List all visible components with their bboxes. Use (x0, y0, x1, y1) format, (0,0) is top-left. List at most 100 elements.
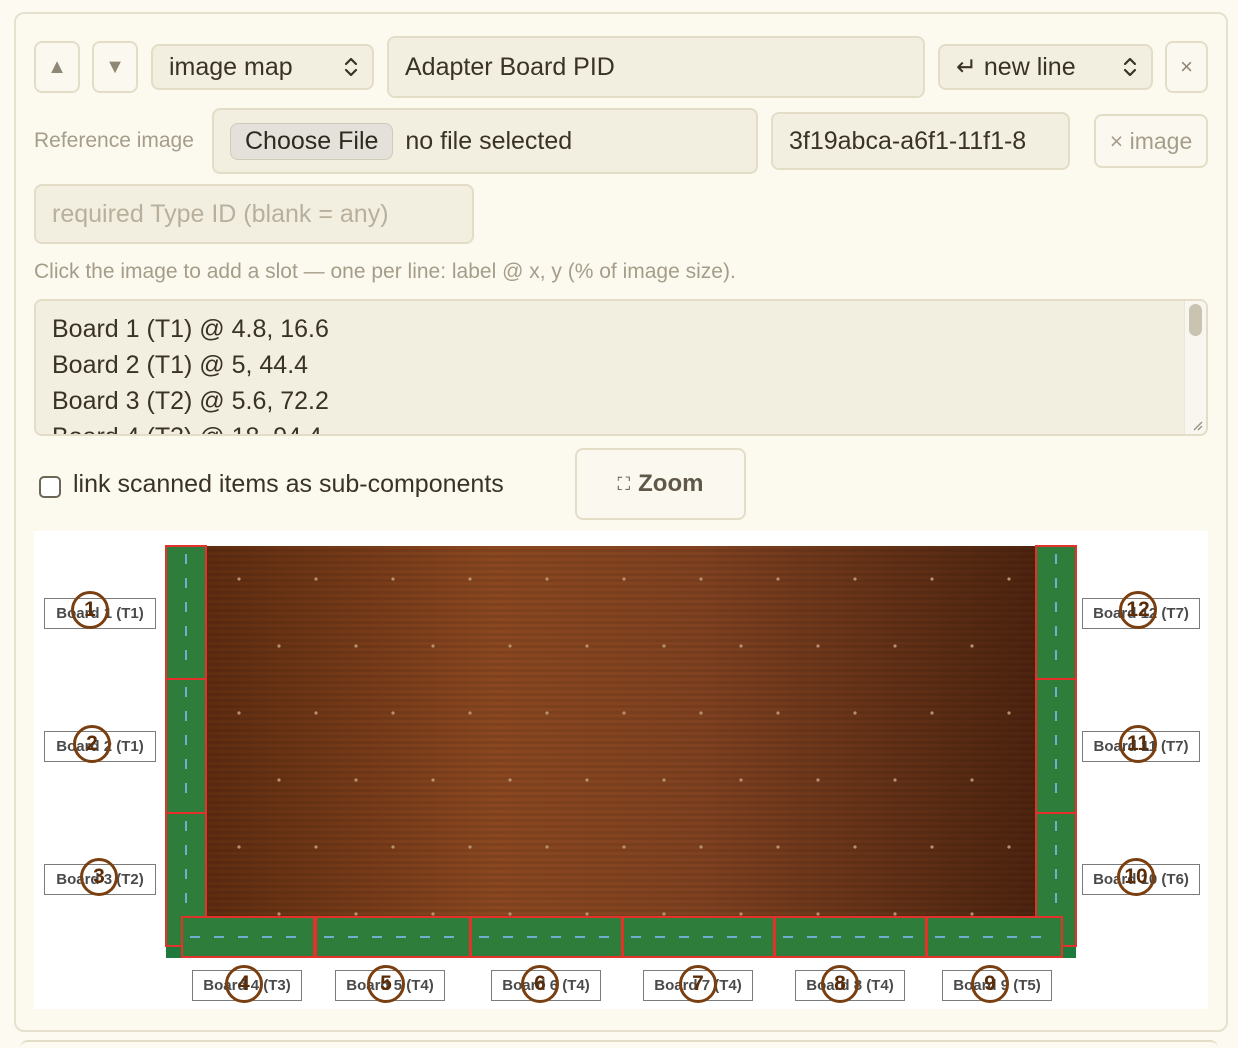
panel-dot (585, 644, 589, 648)
panel-dot (893, 912, 897, 916)
textarea-scrollbar[interactable] (1184, 301, 1206, 434)
panel-dot (893, 644, 897, 648)
panel-dot (776, 577, 780, 581)
panel-dot (853, 711, 857, 715)
panel-dot (237, 845, 241, 849)
panel-dot (391, 577, 395, 581)
field-type-select[interactable]: image map (151, 44, 374, 90)
zoom-button[interactable]: ⛶ Zoom (575, 448, 746, 520)
panel-dot (662, 912, 666, 916)
panel-dot (776, 711, 780, 715)
panel-dot (930, 711, 934, 715)
slot-line: Board 1 (T1) @ 4.8, 16.6 (52, 315, 329, 343)
field-title-input[interactable]: Adapter Board PID (387, 36, 925, 98)
next-card-edge (20, 1040, 1218, 1048)
select-chevrons-icon (344, 57, 358, 77)
panel-dot (431, 644, 435, 648)
panel-dot (585, 912, 589, 916)
move-up-button[interactable]: ▲ (34, 41, 80, 93)
down-arrow-icon: ▼ (105, 55, 125, 78)
panel-dot (739, 644, 743, 648)
slot-marker[interactable]: 1 (71, 591, 109, 629)
slot-marker[interactable]: 6 (521, 965, 559, 1003)
board-slot-bottom[interactable] (926, 916, 1063, 958)
reference-image-label: Reference image (34, 129, 194, 152)
panel-dot (314, 711, 318, 715)
panel-dot (893, 778, 897, 782)
slot-marker[interactable]: 10 (1117, 858, 1155, 896)
panel-dot (508, 912, 512, 916)
panel-dot (431, 778, 435, 782)
panel-dot (237, 711, 241, 715)
link-subcomponents-label: link scanned items as sub-components (73, 470, 504, 498)
panel-dot (1007, 711, 1011, 715)
panel-dot (853, 845, 857, 849)
panel-dot (699, 711, 703, 715)
slot-format-hint: Click the image to add a slot — one per … (34, 260, 736, 283)
panel-dot (468, 845, 472, 849)
panel-dot (237, 577, 241, 581)
move-down-button[interactable]: ▼ (92, 41, 138, 93)
slot-marker[interactable]: 8 (821, 965, 859, 1003)
panel-dot (354, 778, 358, 782)
select-chevrons-icon (1123, 57, 1137, 77)
slot-line: Board 3 (T2) @ 5.6, 72.2 (52, 387, 329, 415)
slot-marker[interactable]: 12 (1119, 591, 1157, 629)
panel-dot (1007, 845, 1011, 849)
image-id-field[interactable]: 3f19abca-a6f1-11f1-8 (771, 112, 1070, 170)
reference-file-input[interactable]: Choose File no file selected (212, 108, 758, 174)
panel-dot (354, 912, 358, 916)
panel-dot (508, 778, 512, 782)
slot-line: Board 4 (T3) @ 18, 94.4 (52, 419, 329, 434)
up-arrow-icon: ▲ (47, 55, 67, 78)
scrollbar-thumb[interactable] (1189, 304, 1202, 336)
slot-marker[interactable]: 7 (679, 965, 717, 1003)
panel-dot (431, 912, 435, 916)
slot-marker[interactable]: 9 (971, 965, 1009, 1003)
link-subcomponents-checkbox[interactable] (39, 476, 61, 498)
panel-dot (545, 711, 549, 715)
panel-dot (545, 845, 549, 849)
panel-dot (699, 845, 703, 849)
slots-textarea[interactable]: Board 1 (T1) @ 4.8, 16.6 Board 2 (T1) @ … (34, 299, 1208, 436)
clear-image-button[interactable]: × image (1094, 114, 1208, 168)
resize-grip-icon[interactable] (1191, 419, 1203, 431)
slot-marker[interactable]: 5 (367, 965, 405, 1003)
slot-marker[interactable]: 4 (225, 965, 263, 1003)
panel-dot (545, 577, 549, 581)
separator-select[interactable]: ↵ new line (938, 44, 1153, 90)
slot-marker[interactable]: 11 (1119, 725, 1157, 763)
panel-dot (930, 845, 934, 849)
panel-dot (277, 778, 281, 782)
panel-dot (970, 912, 974, 916)
panel-dot (585, 778, 589, 782)
panel-dot (739, 912, 743, 916)
panel-dot (391, 845, 395, 849)
panel-dot (391, 711, 395, 715)
choose-file-button[interactable]: Choose File (230, 122, 394, 160)
slot-marker[interactable]: 3 (80, 858, 118, 896)
panel-dot (970, 778, 974, 782)
panel-dot (277, 644, 281, 648)
panel-dot (662, 644, 666, 648)
panel-dot (1007, 577, 1011, 581)
panel-dot (930, 577, 934, 581)
file-status-text: no file selected (405, 126, 573, 155)
fullscreen-icon: ⛶ (617, 473, 631, 494)
panel-image[interactable] (34, 531, 1208, 1009)
panel-dot (354, 644, 358, 648)
reference-image-map[interactable]: Board 1 (T1) Board 2 (T1) Board 3 (T2) Boar… (34, 531, 1208, 1009)
panel-dot (314, 577, 318, 581)
panel-dot (739, 778, 743, 782)
slot-marker[interactable]: 2 (73, 725, 111, 763)
panel-dot (468, 577, 472, 581)
panel-dot (853, 577, 857, 581)
panel-dot (776, 845, 780, 849)
panel-dot (622, 711, 626, 715)
remove-field-button[interactable]: × (1165, 41, 1208, 93)
slot-line: Board 2 (T1) @ 5, 44.4 (52, 351, 309, 379)
panel-dot (970, 644, 974, 648)
panel-dot (622, 845, 626, 849)
type-id-input[interactable]: required Type ID (blank = any) (34, 184, 474, 244)
panel-dot (816, 778, 820, 782)
